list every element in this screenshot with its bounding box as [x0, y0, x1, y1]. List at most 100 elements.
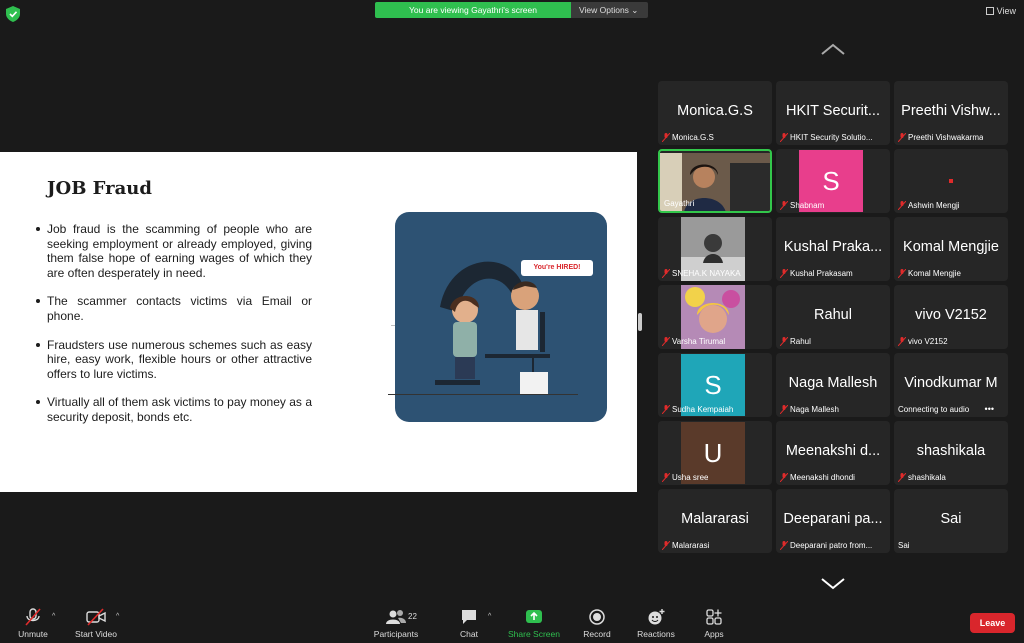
record-button[interactable]: Record — [580, 608, 614, 639]
chevron-up-icon[interactable] — [820, 42, 846, 56]
meeting-toolbar: Unmute ^ Start Video ^ Participants 22 C… — [0, 603, 1024, 643]
participant-label: Varsha Tirumal — [662, 337, 725, 346]
participant-tile[interactable]: HKIT Securit... HKIT Security Solutio... — [776, 81, 890, 145]
chevron-down-icon[interactable] — [820, 577, 846, 591]
slide-bullet: Fraudsters use numerous schemes such as … — [36, 338, 312, 382]
participant-label: Shabnam — [780, 201, 824, 210]
participant-label: Rahul — [780, 337, 811, 346]
chat-icon — [462, 610, 476, 624]
view-button-label: View — [996, 6, 1016, 16]
participant-name: Komal Mengjie — [908, 269, 961, 278]
participant-name-large: Naga Mallesh — [788, 375, 878, 391]
mic-muted-icon — [780, 201, 788, 210]
participant-status: Connecting to audio — [898, 405, 970, 414]
audio-options-caret[interactable]: ^ — [52, 613, 55, 620]
participant-label: Meenakshi dhondi — [780, 473, 855, 482]
participant-tile[interactable]: Malararasi Malararasi — [658, 489, 772, 553]
participant-name: Sai — [898, 541, 910, 550]
mic-muted-icon — [898, 473, 906, 482]
participant-name: Ashwin Mengji — [908, 201, 960, 210]
view-options-dropdown[interactable]: View Options ⌄ — [571, 2, 648, 18]
participant-label: Sudha Kempaiah — [662, 405, 733, 414]
chat-button[interactable]: Chat — [452, 608, 486, 639]
apps-button[interactable]: Apps — [700, 608, 728, 639]
participant-tile[interactable]: Ashwin Mengji — [894, 149, 1008, 213]
unmute-label: Unmute — [18, 629, 48, 639]
start-video-button[interactable]: Start Video — [70, 608, 122, 639]
participant-tile[interactable]: Monica.G.S Monica.G.S — [658, 81, 772, 145]
start-video-label: Start Video — [75, 629, 117, 639]
participant-tile[interactable]: Deeparani pa... Deeparani patro from... — [776, 489, 890, 553]
participant-name: Deeparani patro from... — [790, 541, 873, 550]
participant-tile[interactable]: Rahul Rahul — [776, 285, 890, 349]
unmute-button[interactable]: Unmute — [14, 608, 52, 639]
participant-tile[interactable]: Vinodkumar M Connecting to audio ••• — [894, 353, 1008, 417]
mic-muted-icon — [898, 269, 906, 278]
slide-bullet: Virtually all of them ask victims to pay… — [36, 395, 312, 424]
participant-name-large: Monica.G.S — [677, 103, 753, 119]
participant-tile[interactable]: Naga Mallesh Naga Mallesh — [776, 353, 890, 417]
participant-name: Meenakshi dhondi — [790, 473, 855, 482]
mic-muted-icon — [662, 405, 670, 414]
participant-name: Gayathri — [664, 199, 695, 208]
slide-baseline — [388, 394, 578, 395]
participant-tile[interactable]: Sai Sai — [894, 489, 1008, 553]
participant-tile-active-speaker[interactable]: Gayathri — [658, 149, 772, 213]
participant-name: Preethi Vishwakarma — [908, 133, 984, 142]
participant-label: Connecting to audio — [898, 405, 969, 414]
mic-muted-icon — [662, 269, 670, 278]
participant-tile[interactable]: Kushal Praka... Kushal Prakasam — [776, 217, 890, 281]
leave-button[interactable]: Leave — [970, 613, 1015, 633]
security-shield-icon[interactable] — [6, 6, 20, 22]
mic-muted-icon — [780, 133, 788, 142]
mic-muted-icon — [662, 541, 670, 550]
video-options-caret[interactable]: ^ — [116, 613, 119, 620]
reactions-label: Reactions — [637, 629, 675, 639]
participant-name: shashikala — [908, 473, 946, 482]
view-button[interactable]: View — [985, 6, 1016, 16]
participant-tile[interactable]: S Sudha Kempaiah — [658, 353, 772, 417]
chat-options-caret[interactable]: ^ — [488, 613, 491, 620]
participant-name-large: shashikala — [916, 443, 986, 459]
participant-name: SNEHA.K NAYAKA — [672, 269, 741, 278]
participant-label: Monica.G.S — [662, 133, 714, 142]
participant-tile[interactable]: U Usha sree — [658, 421, 772, 485]
more-options-icon[interactable]: ••• — [985, 404, 994, 414]
participant-name: Varsha Tirumal — [672, 337, 726, 346]
microphone-muted-icon — [25, 608, 41, 626]
participant-tile[interactable]: Meenakshi d... Meenakshi dhondi — [776, 421, 890, 485]
participant-name-large: vivo V2152 — [915, 307, 987, 323]
participant-name-large: Deeparani pa... — [783, 511, 883, 527]
participant-name: Monica.G.S — [672, 133, 714, 142]
reactions-icon — [648, 609, 665, 625]
participant-tile[interactable]: Varsha Tirumal — [658, 285, 772, 349]
job-fraud-illustration: You're HIRED! — [395, 212, 607, 422]
mic-muted-icon — [662, 473, 670, 482]
participant-tile[interactable]: SNEHA.K NAYAKA — [658, 217, 772, 281]
participant-tile[interactable]: Komal Mengjie Komal Mengjie — [894, 217, 1008, 281]
participant-name: Shabnam — [790, 201, 825, 210]
participant-name-large: Komal Mengjie — [903, 239, 999, 255]
share-screen-button[interactable]: Share Screen — [504, 608, 564, 639]
participant-tile[interactable]: Preethi Vishw... Preethi Vishwakarma — [894, 81, 1008, 145]
shared-screen-slide: JOB Fraud Job fraud is the scamming of p… — [0, 152, 637, 492]
share-screen-label: Share Screen — [508, 629, 560, 639]
share-screen-icon — [526, 610, 542, 623]
participant-name: Malararasi — [672, 541, 710, 550]
participant-name-large: Rahul — [814, 307, 852, 323]
reactions-button[interactable]: Reactions — [634, 608, 678, 639]
participant-name: HKIT Security Solutio... — [790, 133, 873, 142]
apps-label: Apps — [704, 629, 724, 639]
mic-muted-icon — [780, 337, 788, 346]
participant-name: Naga Mallesh — [790, 405, 839, 414]
split-drag-handle[interactable] — [638, 313, 642, 331]
slide-bullet: The scammer contacts victims via Email o… — [36, 294, 312, 323]
participant-name-large: Kushal Praka... — [783, 239, 883, 255]
participant-label: shashikala — [898, 473, 946, 482]
participant-tile[interactable]: vivo V2152 vivo V2152 — [894, 285, 1008, 349]
mic-muted-icon — [780, 405, 788, 414]
mic-muted-icon — [780, 269, 788, 278]
participant-tile[interactable]: S Shabnam — [776, 149, 890, 213]
participant-tile[interactable]: shashikala shashikala — [894, 421, 1008, 485]
participant-name-large: Meenakshi d... — [785, 443, 881, 459]
